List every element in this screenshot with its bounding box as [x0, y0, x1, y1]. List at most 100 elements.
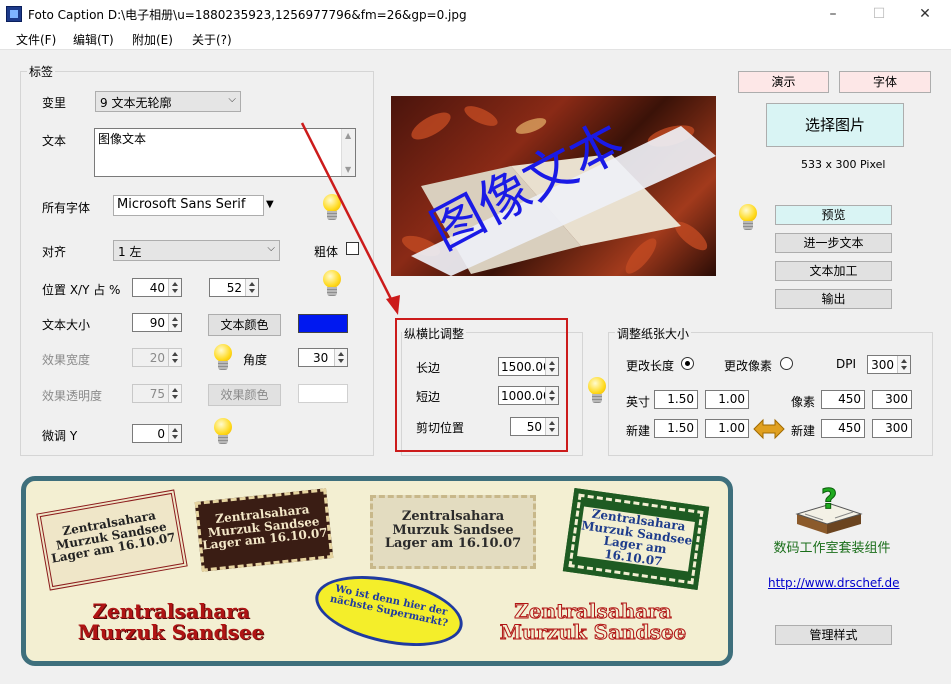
minimize-button[interactable]: –	[810, 0, 856, 28]
sample-text-red-2: Zentralsahara Murzuk Sandsee	[488, 599, 698, 644]
dpi-label: DPI	[836, 357, 857, 371]
text-value: 图像文本	[98, 132, 147, 146]
sample-text-red-1: Zentralsahara Murzuk Sandsee	[66, 601, 276, 643]
effect-opacity-input[interactable]: 75	[132, 384, 182, 403]
effect-color-button[interactable]: 效果颜色	[208, 384, 281, 406]
new-inch-height-input[interactable]: 1.00	[705, 419, 749, 438]
inch-label: 英寸	[626, 395, 651, 409]
effect-color-swatch[interactable]	[298, 384, 348, 403]
effect-opacity-label: 效果透明度	[42, 389, 103, 403]
further-text-button[interactable]: 进一步文本	[775, 233, 892, 253]
effect-width-value: 20	[149, 351, 165, 365]
text-processing-button[interactable]: 文本加工	[775, 261, 892, 281]
sample-sticker-green: Zentralsahara Murzuk Sandsee Lager am 16…	[562, 487, 710, 591]
menu-edit[interactable]: 编辑(T)	[73, 31, 114, 48]
position-y-input[interactable]: 52	[209, 278, 259, 297]
spin-icon[interactable]	[168, 349, 181, 366]
sample-sticker-dark: Zentralsahara Murzuk Sandsee Lager am 16…	[194, 488, 334, 572]
swap-arrows-icon[interactable]	[753, 418, 785, 440]
change-pixel-label: 更改像素	[724, 359, 773, 373]
sticker-line: Murzuk Sandsee	[77, 620, 265, 644]
fine-y-input[interactable]: 0	[132, 424, 182, 443]
sample-sticker-red-frame: Zentralsahara Murzuk Sandsee Lager am 16…	[36, 489, 188, 591]
spin-icon[interactable]	[168, 425, 181, 442]
inch-height-input[interactable]: 1.00	[705, 390, 749, 409]
font-select[interactable]: Microsoft Sans Serif	[113, 195, 264, 216]
hint-bulb-icon	[212, 344, 234, 372]
menu-file[interactable]: 文件(F)	[16, 31, 56, 48]
change-length-radio[interactable]	[681, 357, 694, 370]
menu-extras[interactable]: 附加(E)	[132, 31, 173, 48]
position-x-value: 40	[149, 281, 165, 295]
menu-bar: 文件(F) 编辑(T) 附加(E) 关于(?)	[0, 28, 951, 50]
spin-icon[interactable]	[168, 385, 181, 402]
position-label: 位置 X/Y 占 %	[42, 283, 121, 297]
angle-label: 角度	[243, 353, 268, 367]
preview-button[interactable]: 预览	[775, 205, 892, 225]
window-title: Foto Caption D:\电子相册\u=1880235923,125697…	[28, 8, 467, 22]
spin-icon[interactable]	[168, 314, 181, 331]
hint-bulb-icon	[586, 377, 608, 405]
spin-icon[interactable]	[245, 279, 258, 296]
new-pixel-width-input[interactable]: 450	[821, 419, 865, 438]
text-size-value: 90	[149, 316, 165, 330]
change-length-label: 更改长度	[626, 359, 675, 373]
hint-bulb-icon	[737, 204, 759, 232]
text-size-input[interactable]: 90	[132, 313, 182, 332]
preview-image: 图像文本	[391, 96, 716, 276]
align-select[interactable]: 1 左 ⌵	[113, 240, 280, 261]
maximize-button[interactable]: ☐	[856, 0, 902, 28]
sticker-line: Lager am 16.10.07	[384, 536, 522, 552]
hint-bulb-icon	[212, 418, 234, 446]
effect-width-input[interactable]: 20	[132, 348, 182, 367]
position-y-value: 52	[226, 281, 242, 295]
sticker-line: Murzuk Sandsee	[499, 620, 687, 644]
font-button[interactable]: 字体	[839, 71, 931, 93]
effect-opacity-value: 75	[149, 387, 165, 401]
menu-about[interactable]: 关于(?)	[192, 31, 232, 48]
paper-size-group-title: 调整纸张大小	[615, 325, 692, 342]
inch-width-input[interactable]: 1.50	[654, 390, 698, 409]
pixel-width-input[interactable]: 450	[821, 390, 865, 409]
sample-sticker-beige: Zentralsahara Murzuk Sandsee Lager am 16…	[370, 495, 536, 569]
angle-value: 30	[313, 351, 329, 365]
fine-y-value: 0	[157, 427, 165, 441]
new-inch-label: 新建	[626, 424, 651, 438]
demo-button[interactable]: 演示	[738, 71, 829, 93]
variant-select[interactable]: 9 文本无轮廓 ⌵	[95, 91, 241, 112]
sample-sticker-oval: Wo ist denn hier der nächste Supermarkt?	[308, 564, 470, 658]
new-pixel-height-input[interactable]: 300	[872, 419, 912, 438]
pixel-info: 533 x 300 Pixel	[801, 158, 886, 171]
sticker-line: Zentralsahara	[514, 599, 672, 623]
manage-styles-button[interactable]: 管理样式	[775, 625, 892, 645]
sample-styles-banner[interactable]: Zentralsahara Murzuk Sandsee Lager am 16…	[21, 476, 733, 666]
spin-icon[interactable]	[334, 349, 347, 366]
position-x-input[interactable]: 40	[132, 278, 182, 297]
pixel-label: 像素	[791, 395, 816, 409]
pixel-height-input[interactable]: 300	[872, 390, 912, 409]
annotation-highlight-box	[395, 318, 568, 452]
sticker-line: Murzuk Sandsee	[392, 522, 514, 538]
output-button[interactable]: 输出	[775, 289, 892, 309]
new-inch-width-input[interactable]: 1.50	[654, 419, 698, 438]
chevron-down-icon: ⌵	[228, 94, 236, 105]
font-dropdown-icon[interactable]: ▼	[266, 199, 274, 210]
dpi-input[interactable]: 300	[867, 355, 911, 374]
spin-icon[interactable]	[897, 356, 910, 373]
suite-url-link[interactable]: http://www.drschef.de	[768, 576, 899, 590]
annotation-arrow-icon	[300, 122, 400, 315]
angle-input[interactable]: 30	[298, 348, 348, 367]
text-color-button[interactable]: 文本颜色	[208, 314, 281, 336]
sticker-line: Zentralsahara	[92, 599, 250, 623]
close-button[interactable]: ✕	[902, 0, 948, 28]
change-pixel-radio[interactable]	[780, 357, 793, 370]
select-image-button[interactable]: 选择图片	[766, 103, 904, 147]
variant-value: 9 文本无轮廓	[100, 96, 172, 110]
fine-y-label: 微调 Y	[42, 429, 78, 443]
spin-icon[interactable]	[168, 279, 181, 296]
effect-width-label: 效果宽度	[42, 353, 91, 367]
new-pixel-label: 新建	[791, 424, 816, 438]
app-icon	[6, 6, 22, 22]
align-value: 1 左	[118, 245, 142, 259]
book-question-icon: ?	[795, 484, 863, 534]
